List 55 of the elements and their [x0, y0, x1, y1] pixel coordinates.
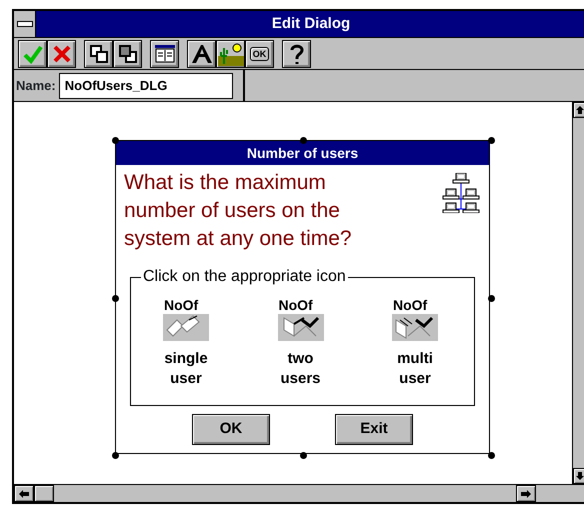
dialog-preview[interactable]: Number of users What is the maximum number of users on the system at any one time? Click on the appropriate icon NoOf single user NoOf two users NoOf multi user OK Exit [115, 140, 490, 454]
toolbar-button[interactable] [84, 40, 113, 68]
right-arrow-icon [521, 490, 531, 498]
group-label: Click on the appropriate icon [141, 267, 348, 287]
down-arrow-icon [576, 472, 584, 480]
toolbar-button[interactable] [18, 40, 47, 68]
option-label: single user [164, 349, 208, 389]
resize-handle[interactable] [300, 452, 307, 459]
minus-bar-icon [16, 21, 32, 27]
send-to-back-icon [118, 44, 136, 62]
close-icon [52, 44, 72, 64]
toolbar-button[interactable] [47, 40, 76, 68]
toolbar-button[interactable] [216, 40, 245, 68]
ok-label: OK [250, 46, 270, 60]
scroll-thumb[interactable] [34, 485, 54, 502]
scroll-down-button[interactable] [573, 468, 584, 484]
resize-handle[interactable] [488, 137, 495, 144]
option-label: two users [280, 349, 321, 389]
toolbar-button[interactable]: OK [245, 40, 274, 68]
network-icon [441, 173, 481, 213]
system-menu-button[interactable] [14, 11, 36, 37]
resize-handle[interactable] [488, 452, 495, 459]
name-label: Name: [15, 76, 57, 95]
scroll-left-button[interactable] [14, 485, 34, 502]
option-icon[interactable]: NoOf [392, 296, 438, 341]
up-arrow-icon [576, 106, 584, 114]
scroll-right-button[interactable] [516, 485, 536, 502]
icon-caption: NoOf [392, 296, 438, 314]
option-label: multi user [397, 349, 433, 389]
toolbar-button[interactable] [150, 40, 179, 68]
resize-handle[interactable] [300, 137, 307, 144]
option-icon[interactable]: NoOf [278, 296, 324, 341]
check-icon [22, 44, 42, 64]
icon-caption: NoOf [278, 296, 324, 314]
dialog-button[interactable]: Exit [335, 414, 413, 445]
question-icon [288, 42, 304, 64]
resize-handle[interactable] [112, 452, 119, 459]
book-icon [154, 44, 174, 62]
dialog-button[interactable]: OK [192, 414, 270, 445]
question-text: What is the maximum number of users on the system at any one time? [124, 170, 353, 252]
option-icon[interactable]: NoOf [163, 296, 209, 341]
scroll-up-button[interactable] [573, 102, 584, 118]
left-arrow-icon [19, 490, 29, 498]
toolbar-button[interactable] [187, 40, 216, 68]
toolbar-button[interactable] [113, 40, 142, 68]
name-field[interactable]: NoOfUsers_DLG [58, 72, 233, 98]
resize-handle[interactable] [112, 137, 119, 144]
resize-handle[interactable] [112, 294, 119, 302]
bring-to-front-icon [90, 44, 108, 62]
window-title: Edit Dialog [36, 11, 584, 37]
letter-icon [190, 44, 212, 64]
resize-handle[interactable] [488, 294, 495, 302]
cactus-picture-icon [218, 42, 244, 66]
dialog-title: Number of users [116, 141, 489, 165]
toolbar-button[interactable] [282, 40, 311, 68]
